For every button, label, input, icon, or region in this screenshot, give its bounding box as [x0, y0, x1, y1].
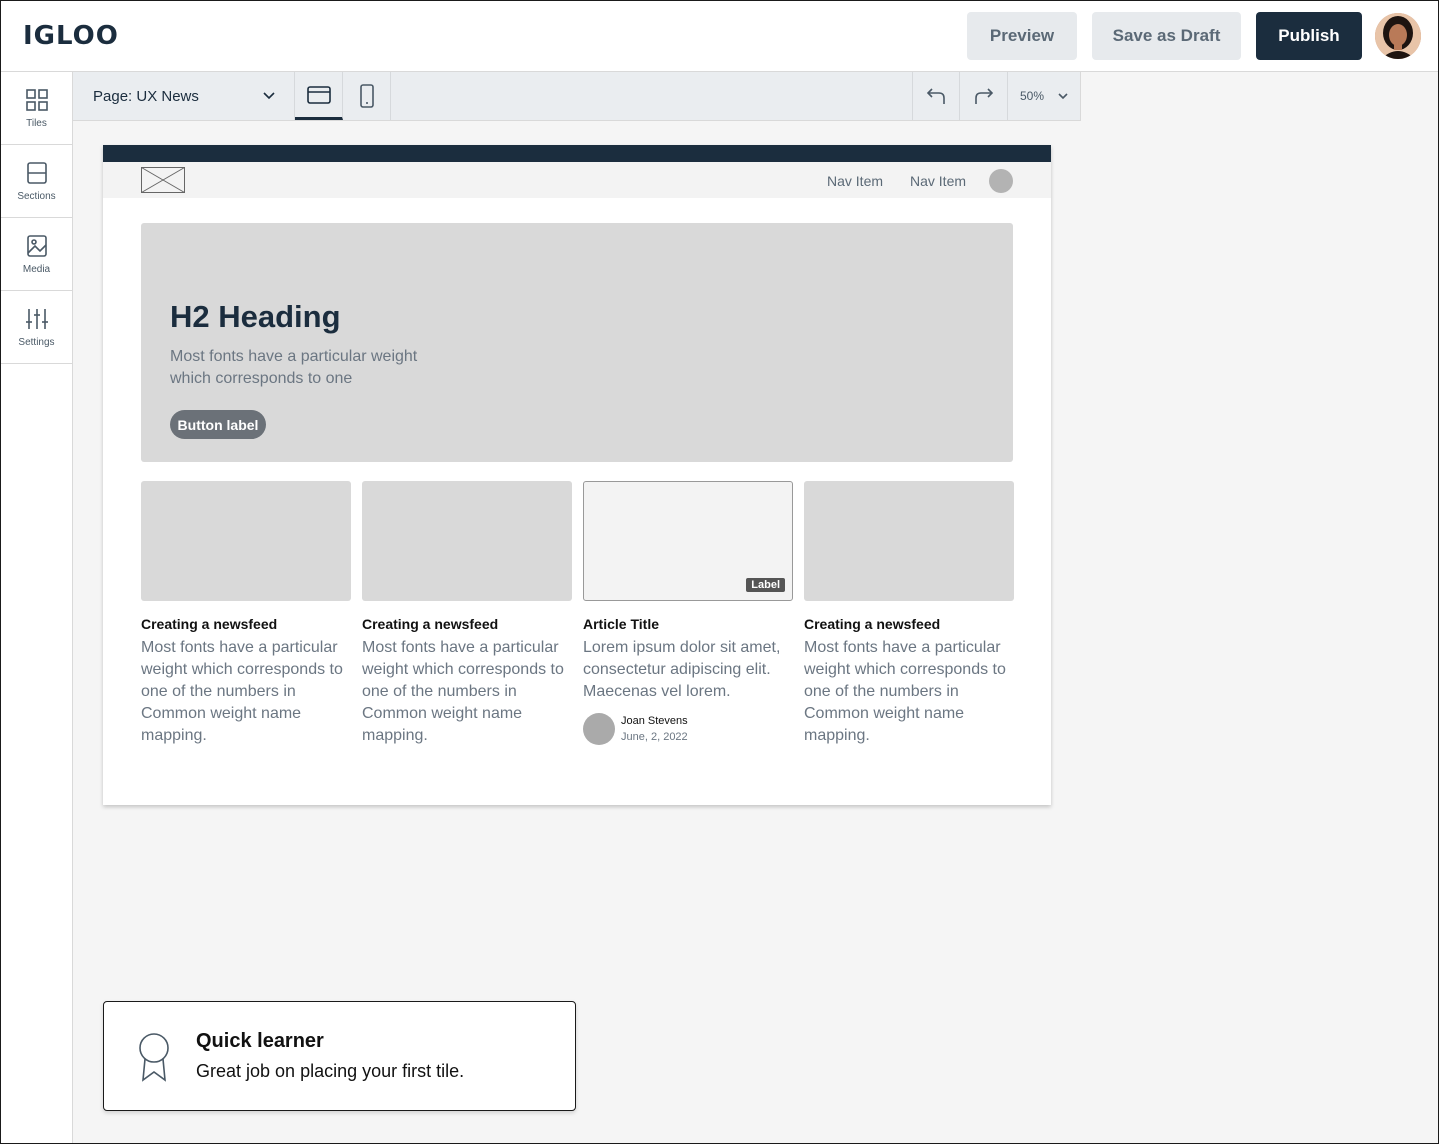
zoom-dropdown[interactable]: 50% [1008, 72, 1081, 120]
site-nav-item[interactable]: Nav Item [910, 173, 966, 189]
card-body: Most fonts have a particular weight whic… [804, 639, 1006, 744]
site-nav-avatar[interactable] [989, 169, 1013, 193]
card-body: Most fonts have a particular weight whic… [362, 639, 564, 744]
sidebar-item-label: Sections [17, 190, 56, 202]
card-title: Article Title [583, 616, 659, 632]
card-image-placeholder [804, 481, 1014, 601]
card-title: Creating a newsfeed [141, 616, 278, 632]
site-nav-bar: Nav Item Nav Item [103, 162, 1051, 198]
undo-icon [926, 88, 945, 104]
canvas-topbar [103, 145, 1051, 162]
card-title: Creating a newsfeed [804, 616, 941, 632]
sidebar-item-tiles[interactable]: Tiles [1, 72, 72, 145]
logo-placeholder-icon [141, 167, 185, 193]
sections-icon [26, 161, 47, 184]
achievement-toast[interactable]: Quick learner Great job on placing your … [103, 1001, 576, 1111]
sidebar-item-sections[interactable]: Sections [1, 145, 72, 218]
article-card[interactable]: Label Article Title Lorem ipsum dolor si… [583, 481, 793, 745]
toast-title: Quick learner [196, 1030, 324, 1052]
card-image-placeholder [141, 481, 351, 601]
sidebar-item-label: Tiles [26, 117, 47, 129]
left-sidebar: Tiles Sections Media Settings [1, 72, 73, 1143]
page-select-label: Page: UX News [93, 87, 199, 105]
author-date: June, 2, 2022 [621, 730, 688, 743]
publish-button[interactable]: Publish [1256, 12, 1362, 60]
sidebar-item-media[interactable]: Media [1, 218, 72, 291]
site-nav-item[interactable]: Nav Item [827, 173, 883, 189]
tiles-icon [25, 88, 48, 111]
hero-button[interactable]: Button label [170, 410, 266, 439]
editor-toolbar: Page: UX News 50% [73, 72, 1081, 121]
app-window: IGLOO Preview Save as Draft Publish Tile… [0, 0, 1439, 1144]
mobile-icon [359, 84, 374, 108]
sliders-icon [25, 308, 48, 329]
hero-heading: H2 Heading [170, 299, 341, 334]
redo-icon [974, 88, 993, 104]
toast-body: Great job on placing your first tile. [196, 1061, 465, 1081]
author-avatar [583, 713, 615, 745]
chevron-down-icon [1058, 93, 1068, 100]
sidebar-item-label: Settings [18, 336, 55, 348]
card-title: Creating a newsfeed [362, 616, 499, 632]
card-label-badge: Label [746, 578, 785, 592]
user-avatar[interactable] [1375, 13, 1421, 59]
redo-button[interactable] [960, 72, 1008, 120]
page-canvas[interactable]: Nav Item Nav Item H2 Heading Most fonts … [103, 145, 1051, 805]
mobile-view-button[interactable] [343, 72, 391, 120]
card-image-placeholder: Label [583, 481, 793, 601]
hero-section[interactable]: H2 Heading Most fonts have a particular … [141, 223, 1013, 462]
news-card[interactable]: Creating a newsfeed Most fonts have a pa… [141, 481, 351, 747]
undo-button[interactable] [912, 72, 960, 120]
save-draft-button[interactable]: Save as Draft [1092, 12, 1241, 60]
card-image-placeholder [362, 481, 572, 601]
preview-button[interactable]: Preview [967, 12, 1077, 60]
news-card[interactable]: Creating a newsfeed Most fonts have a pa… [362, 481, 572, 747]
card-author: Joan Stevens June, 2, 2022 [583, 713, 793, 745]
sidebar-item-settings[interactable]: Settings [1, 291, 72, 364]
top-header: IGLOO Preview Save as Draft Publish [1, 1, 1438, 72]
desktop-icon [306, 85, 331, 104]
desktop-view-button[interactable] [295, 72, 343, 120]
page-select-dropdown[interactable]: Page: UX News [73, 72, 295, 120]
card-body: Lorem ipsum dolor sit amet, consectetur … [583, 639, 781, 700]
author-name: Joan Stevens [621, 714, 688, 727]
news-card[interactable]: Creating a newsfeed Most fonts have a pa… [804, 481, 1014, 747]
sidebar-item-label: Media [22, 263, 51, 275]
igloo-logo[interactable]: IGLOO [23, 21, 119, 51]
hero-body-text: Most fonts have a particular weight whic… [170, 348, 418, 387]
card-body: Most fonts have a particular weight whic… [141, 639, 343, 744]
zoom-value: 50% [1020, 89, 1045, 103]
award-ribbon-icon [139, 1033, 169, 1082]
chevron-down-icon [263, 92, 275, 100]
media-icon [26, 234, 47, 257]
